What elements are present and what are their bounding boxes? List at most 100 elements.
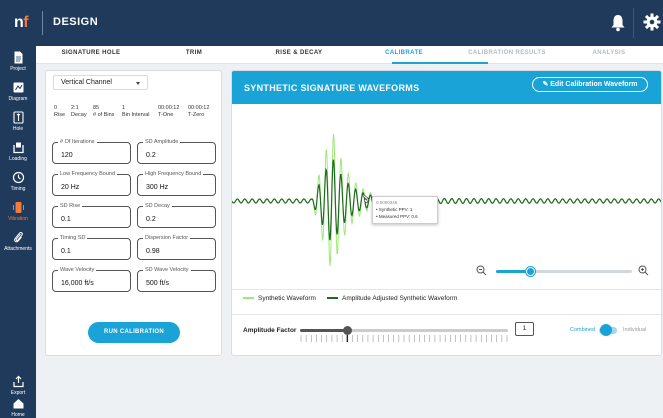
app-logo[interactable]: nf <box>14 14 29 32</box>
loading-icon <box>12 142 24 154</box>
channel-select-value: Vertical Channel <box>61 79 112 86</box>
channel-select[interactable]: Vertical Channel <box>53 75 148 90</box>
field-label: Timing SD <box>58 235 88 241</box>
sidebar-item-hole[interactable]: Hole <box>0 108 36 142</box>
waveform-plot[interactable] <box>232 104 662 284</box>
sd-decay-field[interactable]: SD Decay 0.2 <box>137 203 216 228</box>
header-divider <box>42 11 43 35</box>
gear-icon[interactable] <box>643 13 661 31</box>
tab-calibrate[interactable]: CALIBRATE <box>385 50 423 56</box>
field-value: 0.2 <box>146 216 156 223</box>
field-value: 16,000 ft/s <box>61 280 94 287</box>
amplitude-factor-value[interactable]: 1 <box>515 322 534 336</box>
stat-value: 2:1 <box>71 105 79 111</box>
tab-signature-hole[interactable]: SIGNATURE HOLE <box>62 50 121 56</box>
tab-calibration-results[interactable]: CALIBRATION RESULTS <box>468 50 546 56</box>
waveform-panel: SYNTHETIC SIGNATURE WAVEFORMS ✎ Edit Cal… <box>231 70 662 356</box>
field-value: 0.2 <box>146 152 156 159</box>
zoom-slider-thumb[interactable] <box>525 267 535 276</box>
field-value: 0.1 <box>61 248 71 255</box>
sd-wave-velocity-field[interactable]: SD Wave Velocity 500 ft/s <box>137 267 216 292</box>
field-value: 120 <box>61 152 73 159</box>
sidebar-item-vibration[interactable]: Vibration <box>0 198 36 232</box>
zoom-in-icon[interactable] <box>638 265 649 276</box>
sidebar: Project Diagram Hole Loading Timing Vibr… <box>0 46 36 418</box>
clock-icon <box>12 171 24 184</box>
stat-value: 1 <box>122 105 126 111</box>
tooltip-synthetic-ppv: • Synthetic PPV: 1 <box>376 207 413 212</box>
sidebar-item-label: Loading <box>9 156 27 162</box>
sd-amplitude-field[interactable]: SD Amplitude 0.2 <box>137 139 216 164</box>
sidebar-item-label: Attachments <box>4 246 32 252</box>
tab-rise-decay[interactable]: RISE & DECAY <box>276 50 323 56</box>
sd-rise-field[interactable]: SD Rise 0.1 <box>52 203 131 228</box>
vibration-icon <box>12 202 24 213</box>
amplitude-factor-slider[interactable] <box>300 326 508 335</box>
edit-calibration-waveform-button[interactable]: ✎ Edit Calibration Waveform <box>532 77 648 92</box>
iterations-field[interactable]: # Of Iterations 120 <box>52 139 131 164</box>
dispersion-factor-field[interactable]: Dispersion Factor 0.98 <box>137 235 216 260</box>
legend-swatch <box>243 297 254 300</box>
sidebar-item-home[interactable]: Home <box>0 394 36 418</box>
wave-velocity-field[interactable]: Wave Velocity 16,000 ft/s <box>52 267 131 292</box>
logo-n: n <box>14 14 24 31</box>
paperclip-icon <box>13 232 23 243</box>
stat-value: 00:00:12 <box>158 105 180 111</box>
page-title: DESIGN <box>53 16 99 28</box>
stat-label: Bin Interval <box>122 112 150 118</box>
adjusted-waveform-line <box>232 159 661 241</box>
sidebar-item-attachments[interactable]: Attachments <box>0 228 36 262</box>
home-icon <box>13 399 23 409</box>
timing-sd-field[interactable]: Timing SD 0.1 <box>52 235 131 260</box>
zoom-out-icon[interactable] <box>476 265 487 276</box>
tab-analysis[interactable]: ANALYSIS <box>593 50 626 56</box>
document-icon <box>14 51 22 64</box>
field-label: Low Frequency Bound <box>58 171 118 177</box>
stat-label: Rise <box>54 112 66 118</box>
sidebar-item-project[interactable]: Project <box>0 48 36 82</box>
waveform-title: SYNTHETIC SIGNATURE WAVEFORMS <box>244 83 420 93</box>
stat-t-zero: 00:00:12 T-Zero <box>188 105 209 119</box>
edit-button-label: Edit Calibration Waveform <box>550 81 638 88</box>
legend-adjusted: Amplitude Adjusted Synthetic Waveform <box>327 295 457 302</box>
sidebar-item-label: Vibration <box>8 216 28 222</box>
waveform-panel-header: SYNTHETIC SIGNATURE WAVEFORMS ✎ Edit Cal… <box>232 71 661 104</box>
field-label: Dispersion Factor <box>143 235 191 241</box>
export-icon <box>12 375 24 388</box>
tooltip-title: 0.0000346 <box>376 200 398 205</box>
chevron-down-icon <box>136 82 140 85</box>
legend-label: Amplitude Adjusted Synthetic Waveform <box>342 295 458 302</box>
legend-swatch <box>327 297 338 300</box>
amplitude-slider-thumb[interactable] <box>343 326 353 335</box>
sidebar-item-diagram[interactable]: Diagram <box>0 78 36 112</box>
stat-label: T-One <box>158 112 174 118</box>
field-label: Wave Velocity <box>58 267 97 273</box>
sidebar-item-label: Timing <box>10 186 26 192</box>
synthetic-waveform-line <box>232 133 661 266</box>
high-frequency-bound-field[interactable]: High Frequency Bound 300 Hz <box>137 171 216 196</box>
run-calibration-button[interactable]: RUN CALIBRATION <box>88 322 180 343</box>
zoom-slider[interactable] <box>496 267 632 276</box>
stat-value: 00:00:12 <box>188 105 210 111</box>
calibration-parameters-panel: Vertical Channel 0 Rise 2:1 Decay 85 # of B… <box>45 70 222 356</box>
field-value: 20 Hz <box>61 184 80 191</box>
field-label: # Of Iterations <box>58 139 97 145</box>
bell-icon[interactable] <box>610 14 626 32</box>
legend-divider <box>232 289 661 290</box>
header-separator <box>633 8 634 38</box>
field-value: 500 ft/s <box>146 280 169 287</box>
stat-rise: 0 Rise <box>54 105 65 119</box>
stat-bin-interval: 1 Bin Interval <box>122 105 150 119</box>
diagram-icon <box>13 82 23 93</box>
sidebar-item-loading[interactable]: Loading <box>0 138 36 172</box>
tab-trim[interactable]: TRIM <box>186 50 202 56</box>
sidebar-item-label: Diagram <box>8 96 28 102</box>
legend-divider <box>232 314 661 315</box>
toggle-thumb[interactable] <box>600 324 612 336</box>
field-value: 0.1 <box>61 216 71 223</box>
active-tab-indicator <box>392 62 488 64</box>
low-frequency-bound-field[interactable]: Low Frequency Bound 20 Hz <box>52 171 131 196</box>
sidebar-item-timing[interactable]: Timing <box>0 168 36 202</box>
stat-value: 0 <box>54 105 58 111</box>
top-bar: nf DESIGN <box>0 0 663 46</box>
